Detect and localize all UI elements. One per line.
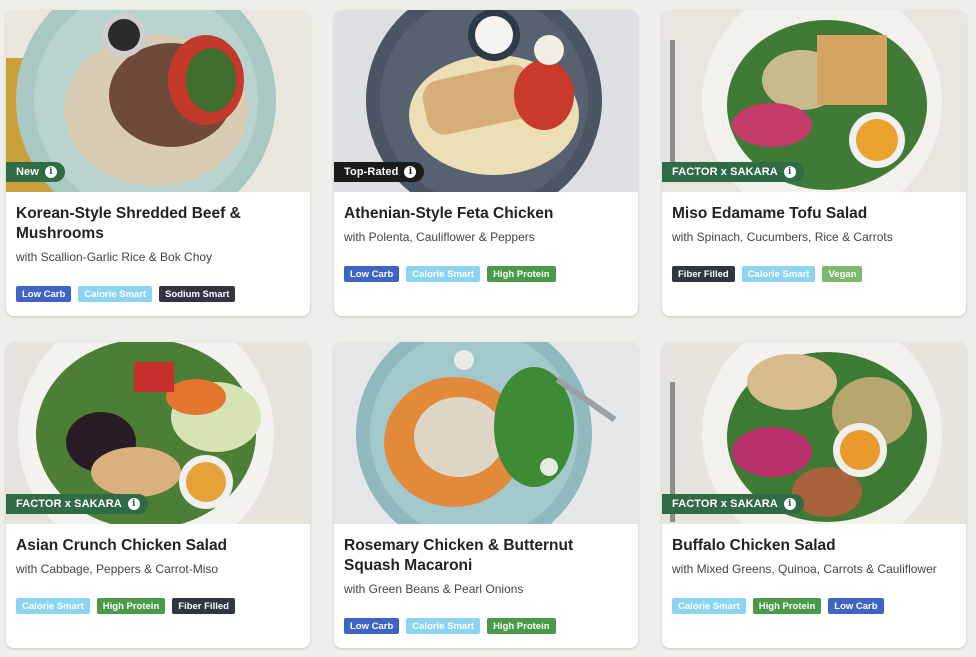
meal-card[interactable]: Top-Rated i Athenian-Style Feta Chicken … [334, 10, 638, 316]
meal-subtitle: with Polenta, Cauliflower & Peppers [344, 230, 535, 244]
meal-card[interactable]: FACTOR x SAKARA i Buffalo Chicken Salad … [662, 342, 966, 648]
tag-badge: Calorie Smart [741, 266, 816, 282]
tag-badge: Calorie Smart [672, 598, 746, 614]
tag-badge: Vegan [822, 266, 863, 282]
tag-badge: High Protein [487, 618, 556, 634]
tag-badge: Low Carb [344, 618, 400, 634]
info-icon[interactable]: i [44, 166, 57, 178]
meal-title[interactable]: Korean-Style Shredded Beef & Mushrooms [16, 204, 300, 244]
tag-badge: Fiber Filled [672, 266, 735, 282]
ribbon-label: Top-Rated [344, 166, 399, 178]
ribbon-badge[interactable]: Top-Rated i [334, 162, 425, 182]
meal-photo: FACTOR x SAKARA i [662, 342, 966, 524]
tag-badge: Calorie Smart [406, 618, 481, 634]
tag-badge: High Protein [487, 266, 556, 282]
tag-badge: Calorie Smart [16, 598, 90, 614]
meal-card[interactable]: New i Korean-Style Shredded Beef & Mushr… [6, 10, 310, 316]
tag-badge: Sodium Smart [159, 286, 236, 302]
meal-photo: FACTOR x SAKARA i [662, 10, 966, 192]
meal-subtitle: with Cabbage, Peppers & Carrot-Miso [16, 562, 219, 576]
tag-badge: Calorie Smart [406, 266, 481, 282]
meal-photo: New i [6, 10, 310, 192]
meal-card[interactable]: FACTOR x SAKARA i Miso Edamame Tofu Sala… [662, 10, 966, 316]
meal-subtitle: with Mixed Greens, Quinoa, Carrots & Cau… [672, 562, 937, 576]
info-icon[interactable]: i [783, 498, 796, 510]
tag-badge: Low Carb [344, 266, 400, 282]
meal-photo: Top-Rated i [334, 10, 638, 192]
meal-photo [334, 342, 638, 524]
tag-list: Low Carb Calorie Smart High Protein [344, 266, 556, 282]
meal-title[interactable]: Buffalo Chicken Salad [672, 536, 956, 556]
ribbon-badge[interactable]: New i [6, 162, 65, 182]
ribbon-badge[interactable]: FACTOR x SAKARA i [662, 494, 804, 514]
ribbon-label: FACTOR x SAKARA [672, 498, 778, 510]
meal-title[interactable]: Rosemary Chicken & Butternut Squash Maca… [344, 536, 628, 576]
tag-list: Calorie Smart High Protein Fiber Filled [16, 598, 235, 614]
meal-title[interactable]: Miso Edamame Tofu Salad [672, 204, 956, 224]
ribbon-label: New [16, 166, 39, 178]
ribbon-label: FACTOR x SAKARA [16, 498, 122, 510]
tag-badge: Calorie Smart [78, 286, 153, 302]
tag-badge: High Protein [96, 598, 166, 614]
meal-photo: FACTOR x SAKARA i [6, 342, 310, 524]
tag-badge: Fiber Filled [172, 598, 235, 614]
meal-image [334, 342, 638, 524]
tag-list: Fiber Filled Calorie Smart Vegan [672, 266, 863, 282]
meal-title[interactable]: Athenian-Style Feta Chicken [344, 204, 628, 224]
ribbon-label: FACTOR x SAKARA [672, 166, 778, 178]
tag-list: Low Carb Calorie Smart High Protein [344, 618, 556, 634]
meal-card[interactable]: Rosemary Chicken & Butternut Squash Maca… [334, 342, 638, 648]
ribbon-badge[interactable]: FACTOR x SAKARA i [662, 162, 804, 182]
tag-list: Low Carb Calorie Smart Sodium Smart [16, 286, 236, 302]
meal-card[interactable]: FACTOR x SAKARA i Asian Crunch Chicken S… [6, 342, 310, 648]
meal-subtitle: with Spinach, Cucumbers, Rice & Carrots [672, 230, 893, 244]
tag-badge: Low Carb [16, 286, 72, 302]
meal-subtitle: with Scallion-Garlic Rice & Bok Choy [16, 250, 213, 264]
ribbon-badge[interactable]: FACTOR x SAKARA i [6, 494, 148, 514]
meal-subtitle: with Green Beans & Pearl Onions [344, 582, 524, 596]
info-icon[interactable]: i [783, 166, 796, 178]
info-icon[interactable]: i [127, 498, 140, 510]
tag-list: Calorie Smart High Protein Low Carb [672, 598, 884, 614]
tag-badge: Low Carb [828, 598, 884, 614]
tag-badge: High Protein [752, 598, 822, 614]
info-icon[interactable]: i [404, 166, 417, 178]
meal-title[interactable]: Asian Crunch Chicken Salad [16, 536, 300, 556]
